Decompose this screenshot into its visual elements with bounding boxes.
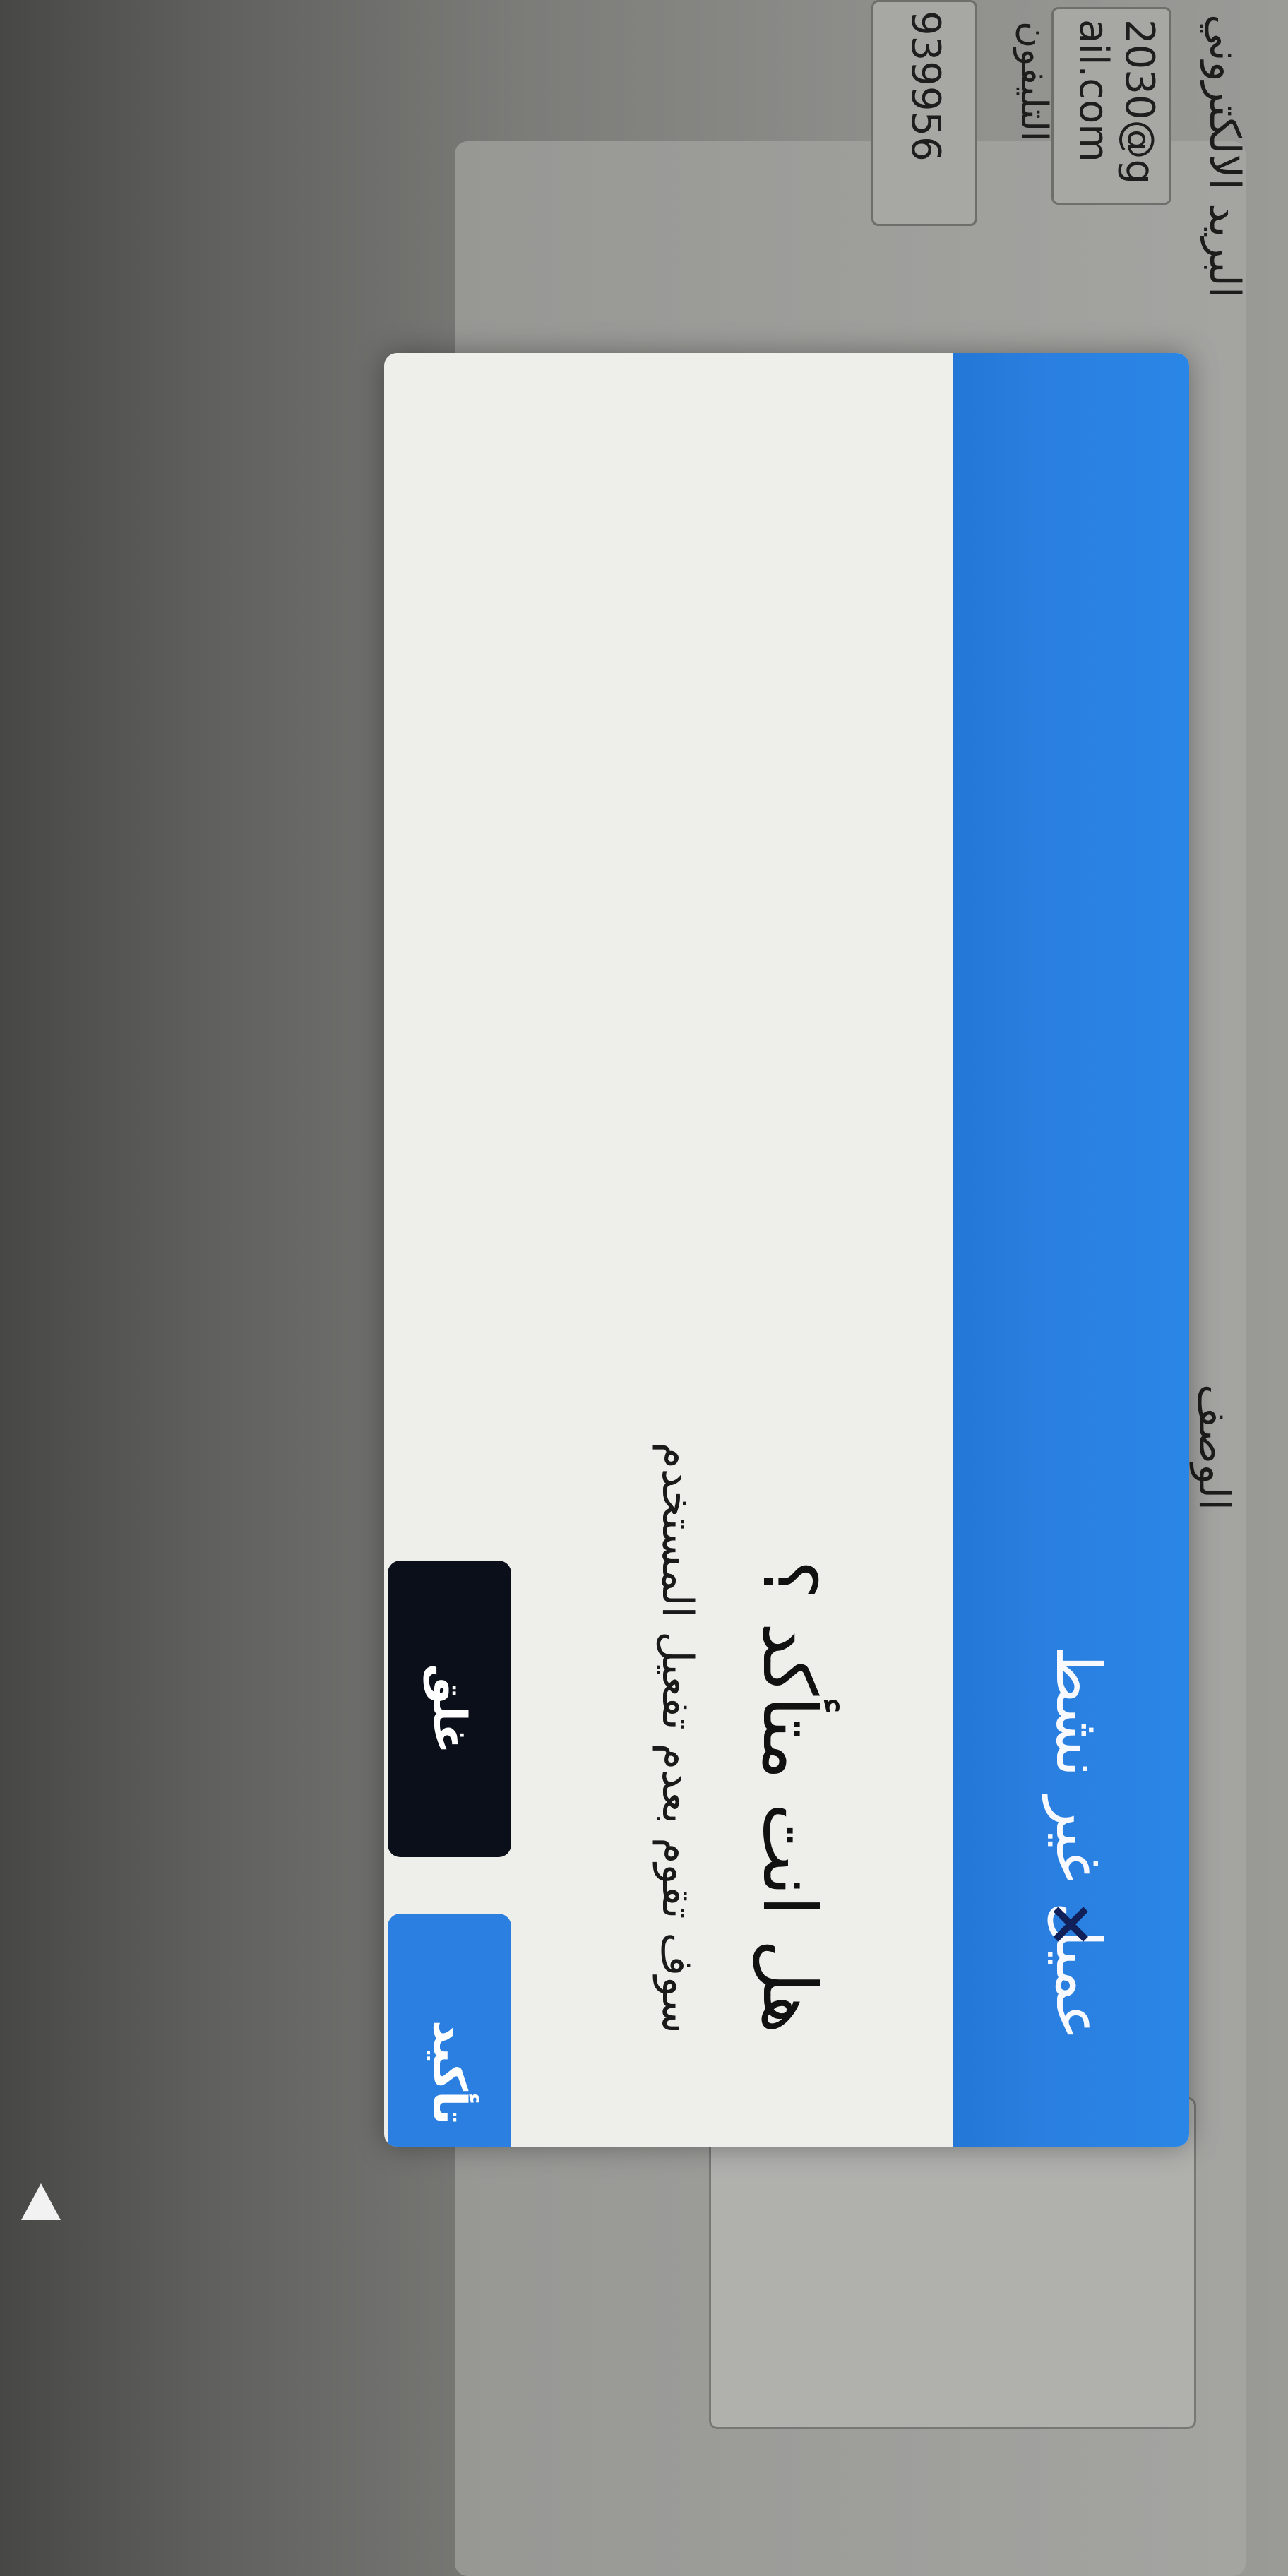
modal-header: عميل غير نشط ×: [953, 353, 1189, 2147]
confirmation-question: هل انت متأكد ؟: [746, 1560, 833, 2034]
modal-title: عميل غير نشط: [1042, 1645, 1115, 2041]
phone-label: التليفون: [1013, 21, 1055, 142]
confirmation-description: سوف تقوم بعدم تفعيل المستخدم: [652, 1442, 702, 2034]
confirm-button[interactable]: تأكيد: [388, 1914, 511, 2147]
email-field[interactable]: 2030@g ail.com: [1051, 7, 1171, 205]
description-textarea[interactable]: [709, 2097, 1196, 2429]
confirmation-modal: عميل غير نشط × هل انت متأكد ؟ سوف تقوم ب…: [384, 353, 1189, 2147]
screen: الوصف البريد الالكتروني 2030@g ail.com ا…: [0, 0, 1288, 2576]
email-value-line1: 2030@g: [1116, 19, 1162, 185]
mouse-cursor-icon: [21, 2183, 61, 2220]
phone-field[interactable]: 939956: [871, 0, 977, 226]
description-label: الوصف: [1189, 1384, 1239, 1511]
email-label: البريد الالكتروني: [1200, 14, 1249, 299]
close-button[interactable]: غلق: [388, 1561, 511, 1857]
email-value-line2: ail.com: [1071, 19, 1116, 162]
phone-value: 939956: [902, 11, 948, 162]
close-icon[interactable]: ×: [1034, 1885, 1111, 1963]
